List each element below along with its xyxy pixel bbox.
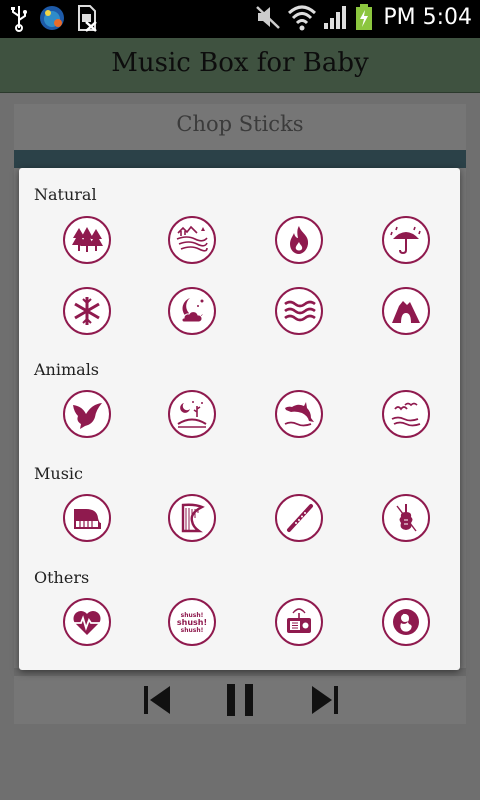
shush-text-3: shush! xyxy=(181,627,204,634)
sound-waves-button[interactable] xyxy=(275,287,323,335)
pause-icon xyxy=(227,684,253,716)
time-am-pm: PM xyxy=(383,4,416,30)
sound-row: shush! shush! shush! xyxy=(19,598,460,648)
track-artwork xyxy=(14,150,466,168)
status-bar: PM 5:04 xyxy=(0,0,480,38)
app-notification-icon xyxy=(40,6,64,30)
sound-night-insects-button[interactable] xyxy=(168,390,216,438)
app-title: Music Box for Baby xyxy=(111,48,369,78)
sound-cave-button[interactable] xyxy=(382,287,430,335)
fire-icon xyxy=(290,226,309,254)
pause-button[interactable] xyxy=(220,680,260,720)
sound-flute-button[interactable] xyxy=(275,494,323,542)
usb-icon xyxy=(11,6,27,32)
flute-icon xyxy=(287,504,313,532)
sound-bird-button[interactable] xyxy=(63,390,111,438)
harp-icon xyxy=(181,503,205,533)
snowflake-icon xyxy=(74,297,100,325)
forest-icon xyxy=(72,227,103,252)
sound-row xyxy=(19,494,460,544)
sound-dolphin-button[interactable] xyxy=(275,390,323,438)
section-label-animals: Animals xyxy=(34,360,100,379)
track-title: Chop Sticks xyxy=(176,112,304,136)
no-sim-icon xyxy=(78,5,97,32)
section-label-music: Music xyxy=(34,464,83,483)
shush-text-2: shush! xyxy=(177,618,207,627)
sound-snow-button[interactable] xyxy=(63,287,111,335)
stream-icon xyxy=(176,225,208,252)
piano-icon xyxy=(74,509,101,529)
heartbeat-icon xyxy=(73,611,101,635)
radio-icon xyxy=(287,608,311,633)
sound-rain-button[interactable] xyxy=(382,216,430,264)
sound-night-button[interactable] xyxy=(168,287,216,335)
womb-icon xyxy=(393,609,419,635)
next-button[interactable] xyxy=(304,680,344,720)
night-insects-icon xyxy=(177,401,207,428)
sound-womb-button[interactable] xyxy=(382,598,430,646)
sound-radio-button[interactable] xyxy=(275,598,323,646)
sound-violin-button[interactable] xyxy=(382,494,430,542)
next-icon xyxy=(312,686,338,714)
mute-icon xyxy=(256,6,281,29)
wifi-icon xyxy=(288,5,317,31)
signal-icon xyxy=(324,6,347,29)
rain-icon xyxy=(390,226,421,255)
sound-forest-button[interactable] xyxy=(63,216,111,264)
sound-shush-button[interactable]: shush! shush! shush! xyxy=(168,598,216,646)
sound-row xyxy=(19,287,460,337)
section-label-natural: Natural xyxy=(34,185,97,204)
cave-icon xyxy=(392,301,420,323)
sound-stream-button[interactable] xyxy=(168,216,216,264)
shush-icon: shush! shush! shush! xyxy=(177,612,207,634)
time-clock: 5:04 xyxy=(422,4,472,30)
sound-piano-button[interactable] xyxy=(63,494,111,542)
previous-icon xyxy=(144,686,170,714)
sound-row xyxy=(19,390,460,440)
sound-harp-button[interactable] xyxy=(168,494,216,542)
sound-heartbeat-button[interactable] xyxy=(63,598,111,646)
sound-fire-button[interactable] xyxy=(275,216,323,264)
sound-row xyxy=(19,216,460,266)
night-icon xyxy=(181,298,204,323)
seagulls-icon xyxy=(391,402,421,427)
dolphin-icon xyxy=(284,402,314,427)
bird-icon xyxy=(73,403,102,429)
battery-charging-icon xyxy=(356,4,373,30)
player-controls xyxy=(0,680,480,720)
sound-seagulls-button[interactable] xyxy=(382,390,430,438)
previous-button[interactable] xyxy=(138,680,178,720)
app-bar: Music Box for Baby xyxy=(0,38,480,93)
violin-icon xyxy=(396,504,417,532)
section-label-others: Others xyxy=(34,568,90,587)
sound-picker-dialog: Natural Animals Music Others shush! shus… xyxy=(19,168,460,670)
waves-icon xyxy=(284,300,316,322)
